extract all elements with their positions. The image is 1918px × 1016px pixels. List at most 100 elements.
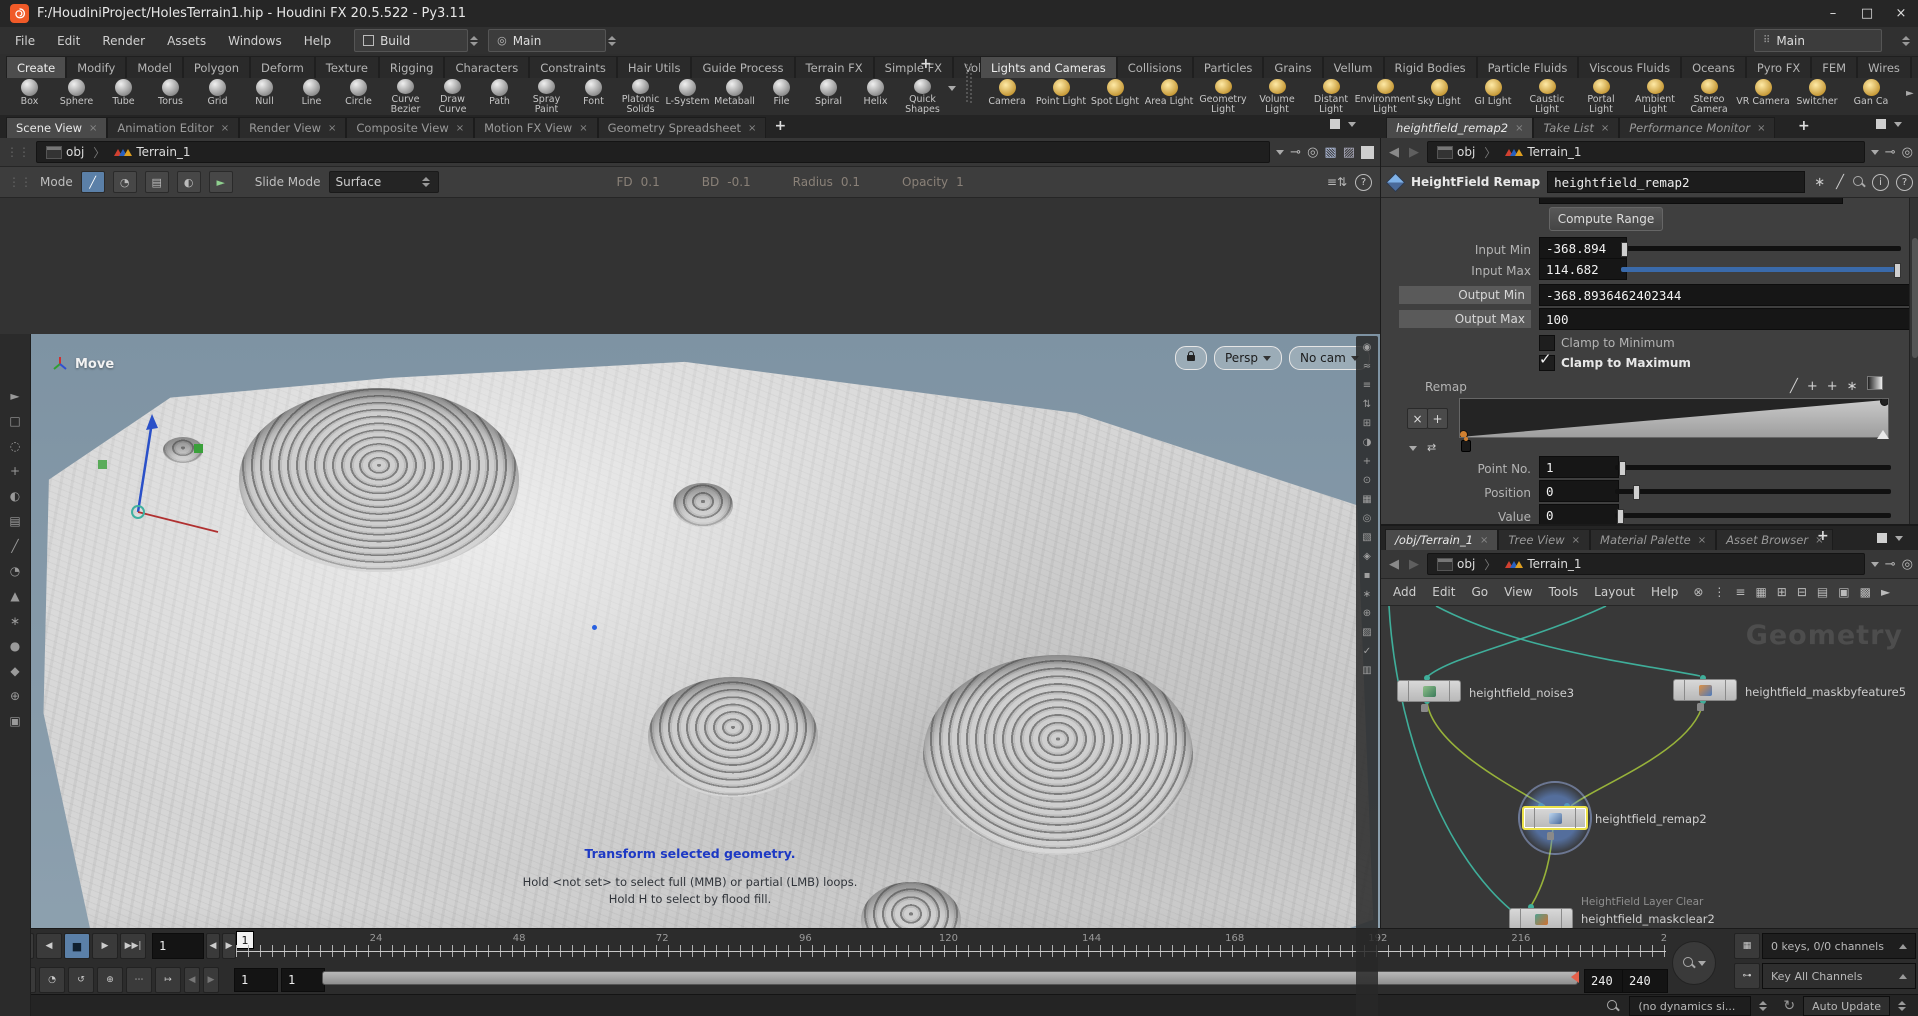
shelf-tool[interactable]: Metaball (711, 78, 758, 115)
shelf-tool[interactable]: Sky Light (1412, 78, 1466, 115)
play-button[interactable]: ▶ (92, 933, 118, 959)
ramp-remove-point-button[interactable]: × (1407, 408, 1428, 429)
back-icon[interactable]: ◀ (1387, 145, 1401, 160)
network-toolbar-icon[interactable]: ⋮ (1708, 585, 1730, 599)
network-toolbar-icon[interactable]: ► (1876, 585, 1895, 599)
shelf-tool[interactable]: Curve Bezier (382, 78, 429, 115)
network-menu-item[interactable]: Go (1463, 585, 1496, 599)
add-pane-tab-button[interactable]: + (1809, 528, 1837, 544)
shelf-tool[interactable]: Path (476, 78, 523, 115)
menu-item[interactable]: File (4, 27, 46, 54)
forward-icon[interactable]: ▶ (1407, 557, 1421, 572)
close-icon[interactable]: × (89, 123, 97, 134)
shelf-tool[interactable]: Torus (147, 78, 194, 115)
network-toolbar-icon[interactable]: ▩ (1855, 585, 1876, 599)
shelf-tab[interactable]: Rigging (379, 56, 445, 78)
pane-tab[interactable]: Scene View× (6, 117, 107, 138)
ramp-move-icon[interactable]: + (1807, 379, 1818, 394)
shelf-tool[interactable]: VR Camera (1736, 78, 1790, 115)
step-back-button[interactable]: ◀ (206, 933, 220, 959)
refresh-icon[interactable]: ↻ (1783, 998, 1795, 1014)
add-pane-tab-button[interactable]: + (1790, 115, 1818, 138)
shelf-tool[interactable]: Camera (980, 78, 1034, 115)
main-menu-selector[interactable]: ◎ Main (488, 29, 606, 52)
stop-button[interactable]: ■ (64, 933, 90, 959)
shelf-tool[interactable]: Draw Curve (429, 78, 476, 115)
ramp-marker-icon[interactable] (1877, 430, 1889, 439)
position-slider[interactable] (1615, 489, 1891, 494)
search-icon[interactable] (1853, 176, 1865, 188)
shelf-tool[interactable]: GI Light (1466, 78, 1520, 115)
pane-tab[interactable]: heightfield_remap2× (1386, 117, 1533, 138)
shelf-tool[interactable]: Switcher (1790, 78, 1844, 115)
close-button[interactable]: × (1884, 0, 1918, 27)
path-dropdown-icon[interactable] (1871, 150, 1879, 155)
shelf-tab[interactable]: Deform (250, 56, 315, 78)
desktop-spinner[interactable] (468, 33, 480, 49)
dynamics-spinner[interactable] (1757, 998, 1769, 1014)
path-dropdown-icon[interactable] (1276, 150, 1284, 155)
network-menu-item[interactable]: Help (1643, 585, 1686, 599)
display-option-icon[interactable]: ▥ (1362, 665, 1371, 677)
shelf-tab[interactable]: Hair Utils (617, 56, 692, 78)
display-option-icon[interactable]: ⊙ (1363, 475, 1371, 487)
network-menu-item[interactable]: Layout (1586, 585, 1643, 599)
param-path-field[interactable]: obj 〉 Terrain_1 (1427, 141, 1865, 163)
help-icon[interactable]: ? (1896, 174, 1913, 191)
pin-icon[interactable]: ⊸ (1290, 145, 1301, 160)
network-menu-item[interactable]: View (1496, 585, 1540, 599)
shelf-divider-grip[interactable] (966, 64, 973, 104)
pane-tab[interactable]: Take List× (1533, 117, 1619, 138)
pane-maximize-icon[interactable] (1876, 119, 1886, 129)
camera-lock-button[interactable] (1175, 346, 1207, 370)
network-toolbar-icon[interactable]: ▣ (1833, 585, 1854, 599)
keys-status[interactable]: 0 keys, 0/0 channels (1762, 933, 1916, 959)
network-node-selected[interactable] (1522, 806, 1588, 830)
viewport-tool-icon[interactable]: □ (5, 414, 25, 430)
menu-item[interactable]: Assets (156, 27, 217, 54)
display-option-icon[interactable]: ▧ (1362, 532, 1371, 544)
scene-path-field[interactable]: obj 〉 Terrain_1 (36, 141, 1270, 163)
node-name-input[interactable] (1547, 171, 1805, 193)
shelf-tool[interactable]: Distant Light (1304, 78, 1358, 115)
viewport-tool-icon[interactable]: ◐ (5, 489, 25, 505)
network-menu-item[interactable]: Add (1385, 585, 1424, 599)
sort-icon[interactable]: ≡⇅ (1327, 175, 1347, 189)
options-dots-icon[interactable]: ⋯ (126, 967, 152, 993)
pane-tab[interactable]: Tree View× (1498, 529, 1590, 550)
shelf-tab[interactable]: Collisions (1117, 56, 1193, 78)
clock-icon[interactable]: ◔ (39, 967, 65, 993)
gear-menu-icon[interactable]: ∗ (1812, 175, 1827, 190)
pin-icon[interactable]: ⊸ (1885, 557, 1896, 572)
transform-handle[interactable] (90, 404, 250, 554)
bd-value[interactable]: -0.1 (727, 175, 750, 189)
shelf-tool[interactable]: Helix (852, 78, 899, 115)
toolbar-handle-icon[interactable]: ⋮⋮ (8, 175, 32, 189)
context-chip[interactable]: obj (1432, 143, 1480, 161)
menu-item[interactable]: Render (91, 27, 156, 54)
viewport-tool-icon[interactable]: ► (5, 389, 25, 405)
shelf-tab[interactable]: Constraints (529, 56, 617, 78)
shelf-tab[interactable]: Wires (1857, 56, 1911, 78)
help-icon[interactable]: ? (1355, 174, 1372, 191)
close-icon[interactable]: × (1572, 535, 1580, 546)
shelf-tab[interactable]: Viscous Fluids (1578, 56, 1681, 78)
update-mode-selector[interactable]: Auto Update (1803, 996, 1890, 1016)
viewport-tool-icon[interactable]: ⊕ (5, 689, 25, 705)
display-option-icon[interactable]: ⊕ (1363, 608, 1371, 620)
desktop-selector[interactable]: Build (354, 29, 468, 52)
follow-selection-icon[interactable]: ◎ (1307, 145, 1318, 160)
shelf-tool[interactable]: Null (241, 78, 288, 115)
shelf-tool[interactable]: Caustic Light (1520, 78, 1574, 115)
display-option-icon[interactable]: + (1363, 456, 1371, 468)
shelf-tool[interactable]: Spray Paint (523, 78, 570, 115)
shelf-tab[interactable]: Model (126, 56, 183, 78)
edit-mode-icon[interactable]: ▤ (145, 171, 169, 193)
network-toolbar-icon[interactable]: ⊞ (1772, 585, 1792, 599)
radius-value[interactable]: 0.1 (841, 175, 860, 189)
shelf-tab[interactable]: Modify (66, 56, 126, 78)
radial-menu-spinner[interactable] (1900, 33, 1912, 49)
shelf-tool[interactable]: Spot Light (1088, 78, 1142, 115)
shelf-tab[interactable]: Particle Fluids (1477, 56, 1579, 78)
shelf-overflow-right-icon[interactable]: ► (1906, 88, 1914, 99)
